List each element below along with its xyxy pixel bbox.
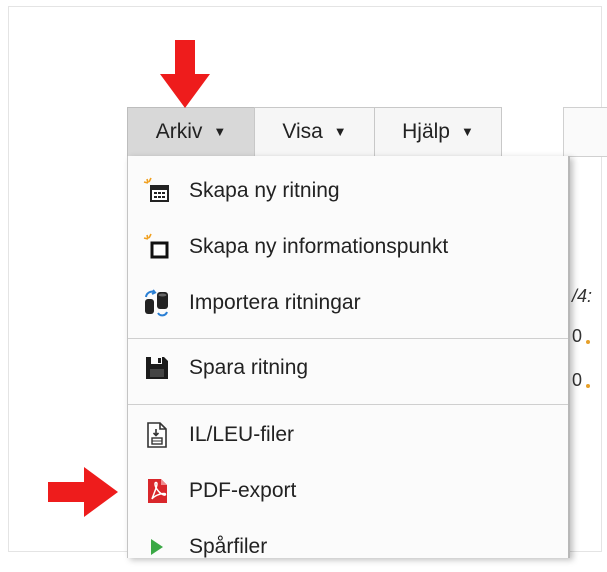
menu-item-pdf-export[interactable]: PDF-export [128, 466, 568, 516]
menu-item-skapa-ny-informationspunkt[interactable]: Skapa ny informationspunkt [128, 222, 568, 272]
arkiv-dropdown-menu: Skapa ny ritning Skapa ny informationspu… [127, 156, 570, 558]
menu-tab-visa[interactable]: Visa ▼ [254, 107, 375, 157]
toolbar-box[interactable] [563, 107, 607, 157]
menu-item-label: Skapa ny ritning [189, 179, 340, 202]
menu-item-label: Skapa ny informationspunkt [189, 235, 449, 258]
file-icon [143, 421, 171, 449]
menu-item-importera-ritningar[interactable]: Importera ritningar [128, 278, 568, 328]
background-dot [586, 340, 590, 344]
menu-item-spara-ritning[interactable]: Spara ritning [128, 343, 568, 393]
background-fragment: /4: [572, 286, 593, 306]
menu-tab-arkiv[interactable]: Arkiv ▼ [127, 107, 255, 157]
menu-item-label: IL/LEU-filer [189, 423, 295, 446]
menu-tab-label: Hjälp [402, 120, 450, 143]
menu-tab-label: Arkiv [155, 120, 203, 143]
menu-separator [128, 338, 568, 339]
chevron-down-icon: ▼ [333, 123, 347, 139]
menu-item-sparfiler[interactable]: Spårfiler [128, 522, 568, 572]
chevron-down-icon: ▼ [460, 123, 474, 139]
down-arrow-icon [160, 40, 210, 108]
background-fragment: 0 [572, 326, 583, 346]
menu-item-label: Spårfiler [189, 535, 268, 558]
menu-item-label: Importera ritningar [189, 291, 361, 314]
menu-separator [128, 404, 568, 405]
new-infopoint-icon [143, 233, 171, 261]
save-icon [143, 354, 171, 382]
menu-tab-hjalp[interactable]: Hjälp ▼ [374, 107, 502, 157]
menu-tab-label: Visa [282, 120, 323, 143]
chevron-down-icon: ▼ [213, 123, 227, 139]
background-fragment: 0 [572, 370, 583, 390]
new-drawing-icon [143, 177, 171, 205]
menu-item-label: Spara ritning [189, 356, 309, 379]
track-file-icon [143, 533, 171, 561]
menu-item-il-leu-filer[interactable]: IL/LEU-filer [128, 410, 568, 460]
background-dot [586, 384, 590, 388]
menu-item-skapa-ny-ritning[interactable]: Skapa ny ritning [128, 166, 568, 216]
menu-item-label: PDF-export [189, 479, 297, 502]
pdf-icon [143, 477, 171, 505]
import-icon [143, 289, 171, 317]
right-arrow-icon [48, 467, 118, 517]
